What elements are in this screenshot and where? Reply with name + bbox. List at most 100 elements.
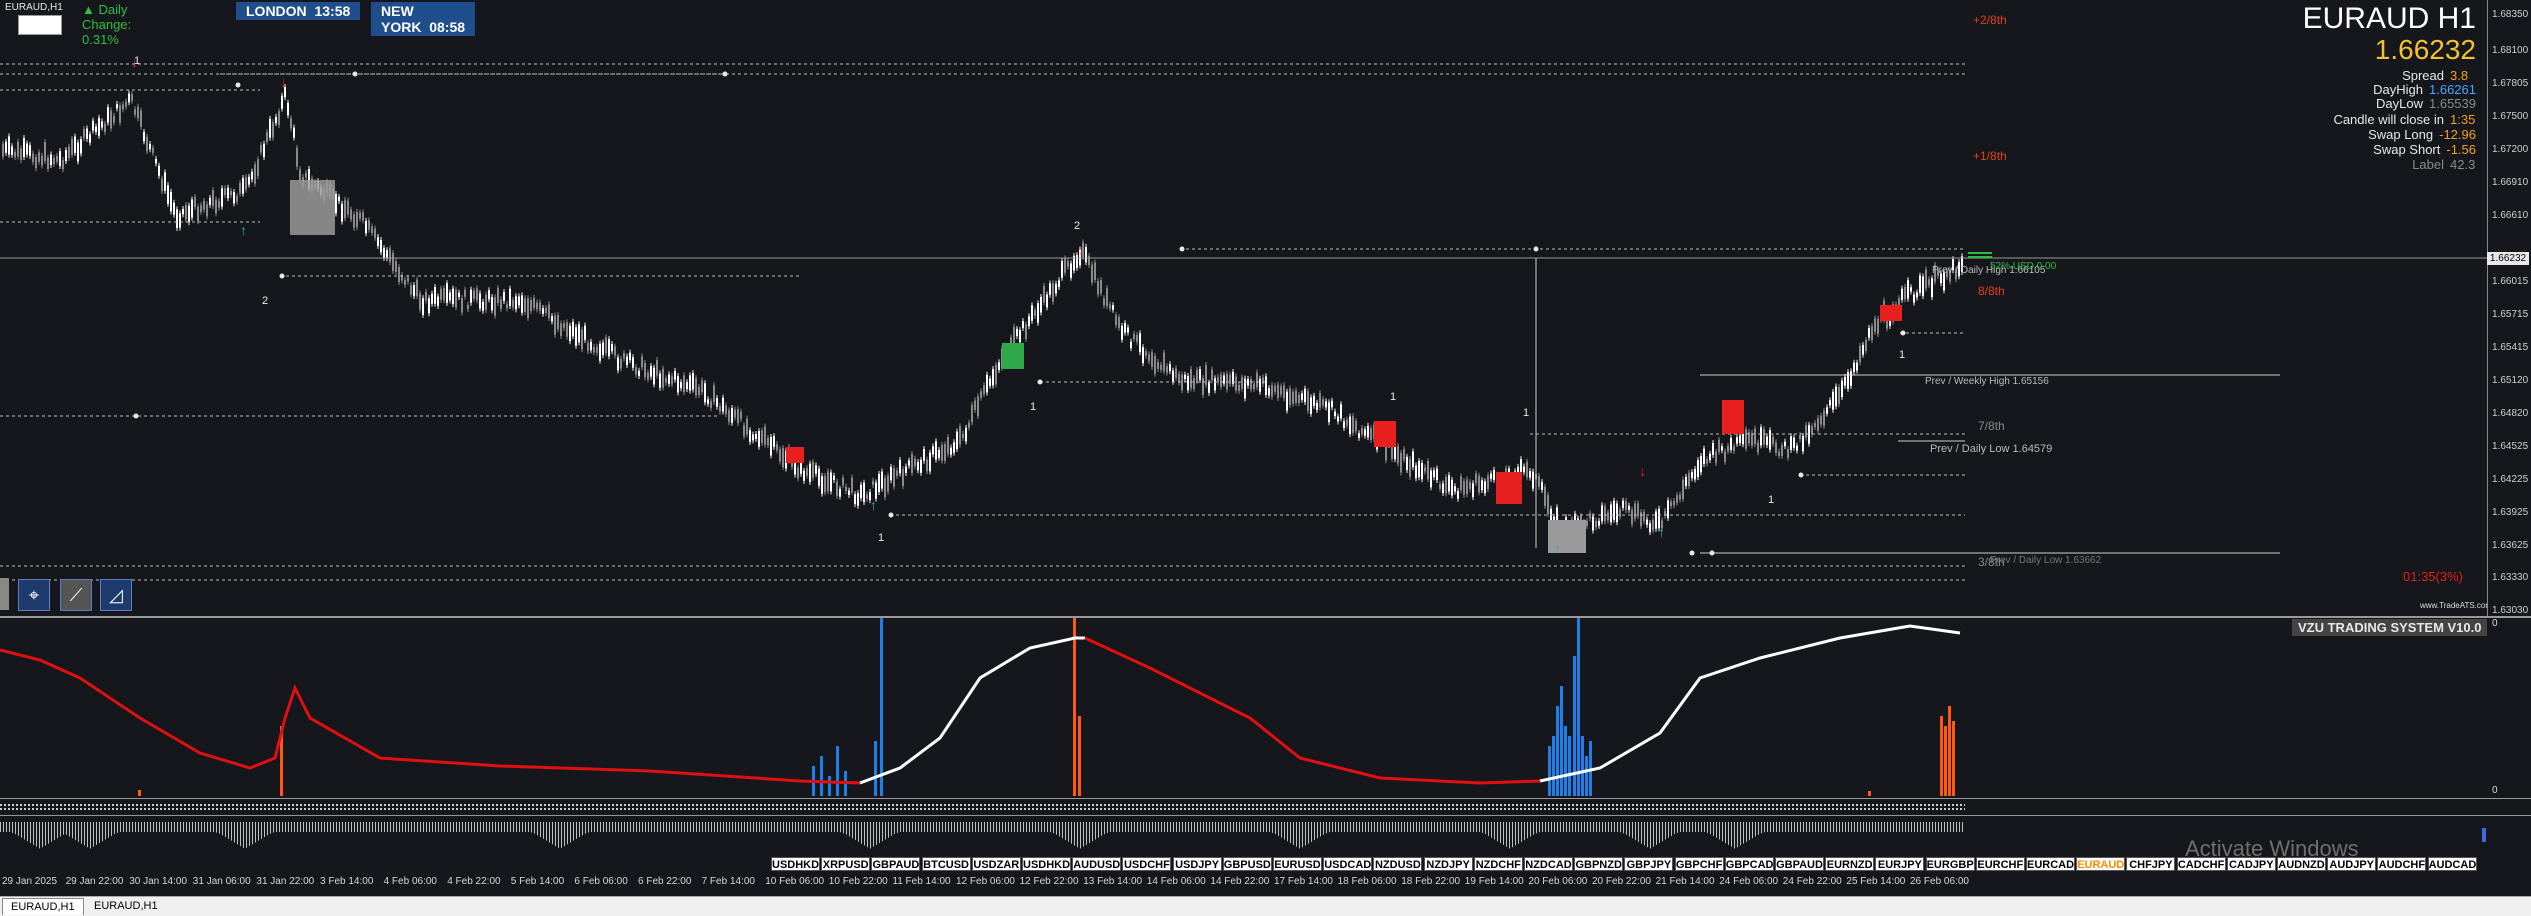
candle-body	[362, 212, 364, 221]
crosshair-icon[interactable]: ⌖	[18, 579, 50, 611]
candle-body	[1460, 476, 1462, 491]
candle-body	[1328, 402, 1330, 423]
symbol-button-usdzar[interactable]: USDZAR	[971, 857, 1021, 871]
price-scale[interactable]: 1.68350 1.68100 1.67805 1.67500 1.67200 1.669…	[2487, 0, 2531, 616]
candle-body	[719, 406, 721, 412]
candle-body	[1763, 429, 1765, 445]
candle-body	[686, 382, 688, 390]
symbol-button-btcusd[interactable]: BTCUSD	[921, 857, 971, 871]
symbol-button-eurcad[interactable]: EURCAD	[2026, 857, 2075, 871]
symbol-button-gbpcad[interactable]: GBPCAD	[1724, 857, 1774, 871]
symbol-button-nzdusd[interactable]: NZDUSD	[1373, 857, 1423, 871]
symbol-button-eurchf[interactable]: EURCHF	[1975, 857, 2025, 871]
candle-body	[1667, 500, 1669, 519]
candle-body	[413, 285, 415, 297]
symbol-button-eurusd[interactable]: EURUSD	[1273, 857, 1322, 871]
histogram-bar	[1868, 791, 1871, 796]
symbol-button-xrpusd[interactable]: XRPUSD	[821, 857, 871, 871]
tab-chart-1[interactable]: EURAUD,H1	[2, 898, 84, 915]
symbol-button-audusd[interactable]: AUDUSD	[1072, 857, 1122, 871]
symbol-button-nzdchf[interactable]: NZDCHF	[1473, 857, 1523, 871]
level-plus2-label: +2/8th	[1973, 13, 2007, 27]
candle-body	[161, 178, 163, 192]
candle-body	[662, 368, 664, 388]
candle-body	[281, 95, 283, 109]
price-tick: 1.65120	[2492, 375, 2529, 386]
candle-body	[1739, 435, 1741, 444]
time-tick: 31 Jan 06:00	[192, 876, 251, 887]
symbol-button-gbpnzd[interactable]: GBPNZD	[1574, 857, 1624, 871]
candle-body	[995, 364, 997, 385]
symbol-button-gbpaud[interactable]: GBPAUD	[1775, 857, 1824, 871]
candle-body	[146, 136, 148, 152]
symbol-button-usdhkd[interactable]: USDHKD	[1022, 857, 1071, 871]
candle-body	[872, 480, 874, 485]
candle-body	[782, 448, 784, 468]
candle-body	[683, 375, 685, 393]
symbol-button-eurgbp[interactable]: EURGBP	[1925, 857, 1975, 871]
time-tick: 21 Feb 14:00	[1655, 876, 1715, 887]
symbol-button-chfjpy[interactable]: CHFJPY	[2126, 857, 2176, 871]
candle-body	[1106, 288, 1108, 307]
histogram-bar	[1560, 686, 1563, 796]
time-axis[interactable]: 29 Jan 2025 29 Jan 22:00 30 Jan 14:00 31 Ja…	[0, 876, 2487, 890]
price-chart[interactable]: ↓ ↓ ↓ ↓ ↑ ↑ ↑ ↑ +2/8th +1/8th 8/8th 7/8t…	[0, 0, 2487, 616]
indicator-line-bear	[0, 648, 861, 785]
symbol-button-usdchf[interactable]: USDCHF	[1122, 857, 1172, 871]
candle-body	[1910, 287, 1912, 292]
candle-body	[602, 342, 604, 356]
candle-body	[929, 452, 931, 472]
candle-body	[1649, 523, 1651, 533]
candle-body	[851, 477, 853, 493]
symbol-button-eurnzd[interactable]: EURNZD	[1825, 857, 1875, 871]
trendline-icon[interactable]: ⟋	[60, 579, 92, 611]
symbol-button-euraud[interactable]: EURAUD	[2076, 857, 2126, 871]
symbol-button-nzdcad[interactable]: NZDCAD	[1524, 857, 1573, 871]
symbol-button-gbpusd[interactable]: GBPUSD	[1222, 857, 1272, 871]
symbol-button-audcad[interactable]: AUDCAD	[2427, 857, 2477, 871]
symbol-button-gbpaud[interactable]: GBPAUD	[871, 857, 921, 871]
candle-body	[1166, 366, 1168, 373]
symbol-button-gbpchf[interactable]: GBPCHF	[1674, 857, 1724, 871]
candle-body	[632, 357, 634, 368]
candle-body	[500, 299, 502, 309]
candle-body	[212, 190, 214, 206]
candle-body	[1286, 391, 1288, 411]
candle-body	[1655, 511, 1657, 529]
candle-body	[1235, 376, 1237, 391]
candle-body	[1544, 486, 1546, 506]
symbol-button-nzdjpy[interactable]: NZDJPY	[1423, 857, 1473, 871]
candle-body	[392, 253, 394, 272]
candle-body	[743, 425, 745, 437]
histogram-bar	[1078, 716, 1081, 796]
symbol-button-usdjpy[interactable]: USDJPY	[1172, 857, 1222, 871]
symbol-button-eurjpy[interactable]: EURJPY	[1875, 857, 1925, 871]
candle-body	[1646, 519, 1648, 525]
symbol-button-gbpjpy[interactable]: GBPJPY	[1624, 857, 1674, 871]
symbol-button-usdhkd[interactable]: USDHKD	[771, 857, 820, 871]
time-tick: 12 Feb 06:00	[956, 876, 1015, 887]
indicator-chart[interactable]	[0, 618, 2487, 798]
candle-body	[674, 370, 676, 380]
candle-body	[1289, 388, 1291, 405]
candle-body	[1790, 436, 1792, 450]
candle-body	[224, 188, 226, 195]
input-box[interactable]	[18, 15, 62, 35]
indicator-line-bull	[859, 636, 1085, 785]
candle-body	[344, 199, 346, 219]
candle-body	[41, 155, 43, 166]
candle-body	[1169, 364, 1171, 372]
candle-body	[122, 104, 124, 110]
candle-body	[620, 358, 622, 369]
candle-body	[38, 152, 40, 162]
symbol-button-usdcad[interactable]: USDCAD	[1323, 857, 1373, 871]
symbol-button-audchf[interactable]: AUDCHF	[2377, 857, 2427, 871]
candle-body	[152, 147, 154, 153]
candle-body	[977, 396, 979, 417]
tab-chart-2[interactable]: EURAUD,H1	[86, 898, 166, 914]
candle-body	[1118, 317, 1120, 328]
chart-area-icon[interactable]: ◿	[100, 579, 132, 611]
candle-body	[1298, 394, 1300, 404]
candle-body	[182, 209, 184, 215]
candle-body	[1703, 448, 1705, 464]
